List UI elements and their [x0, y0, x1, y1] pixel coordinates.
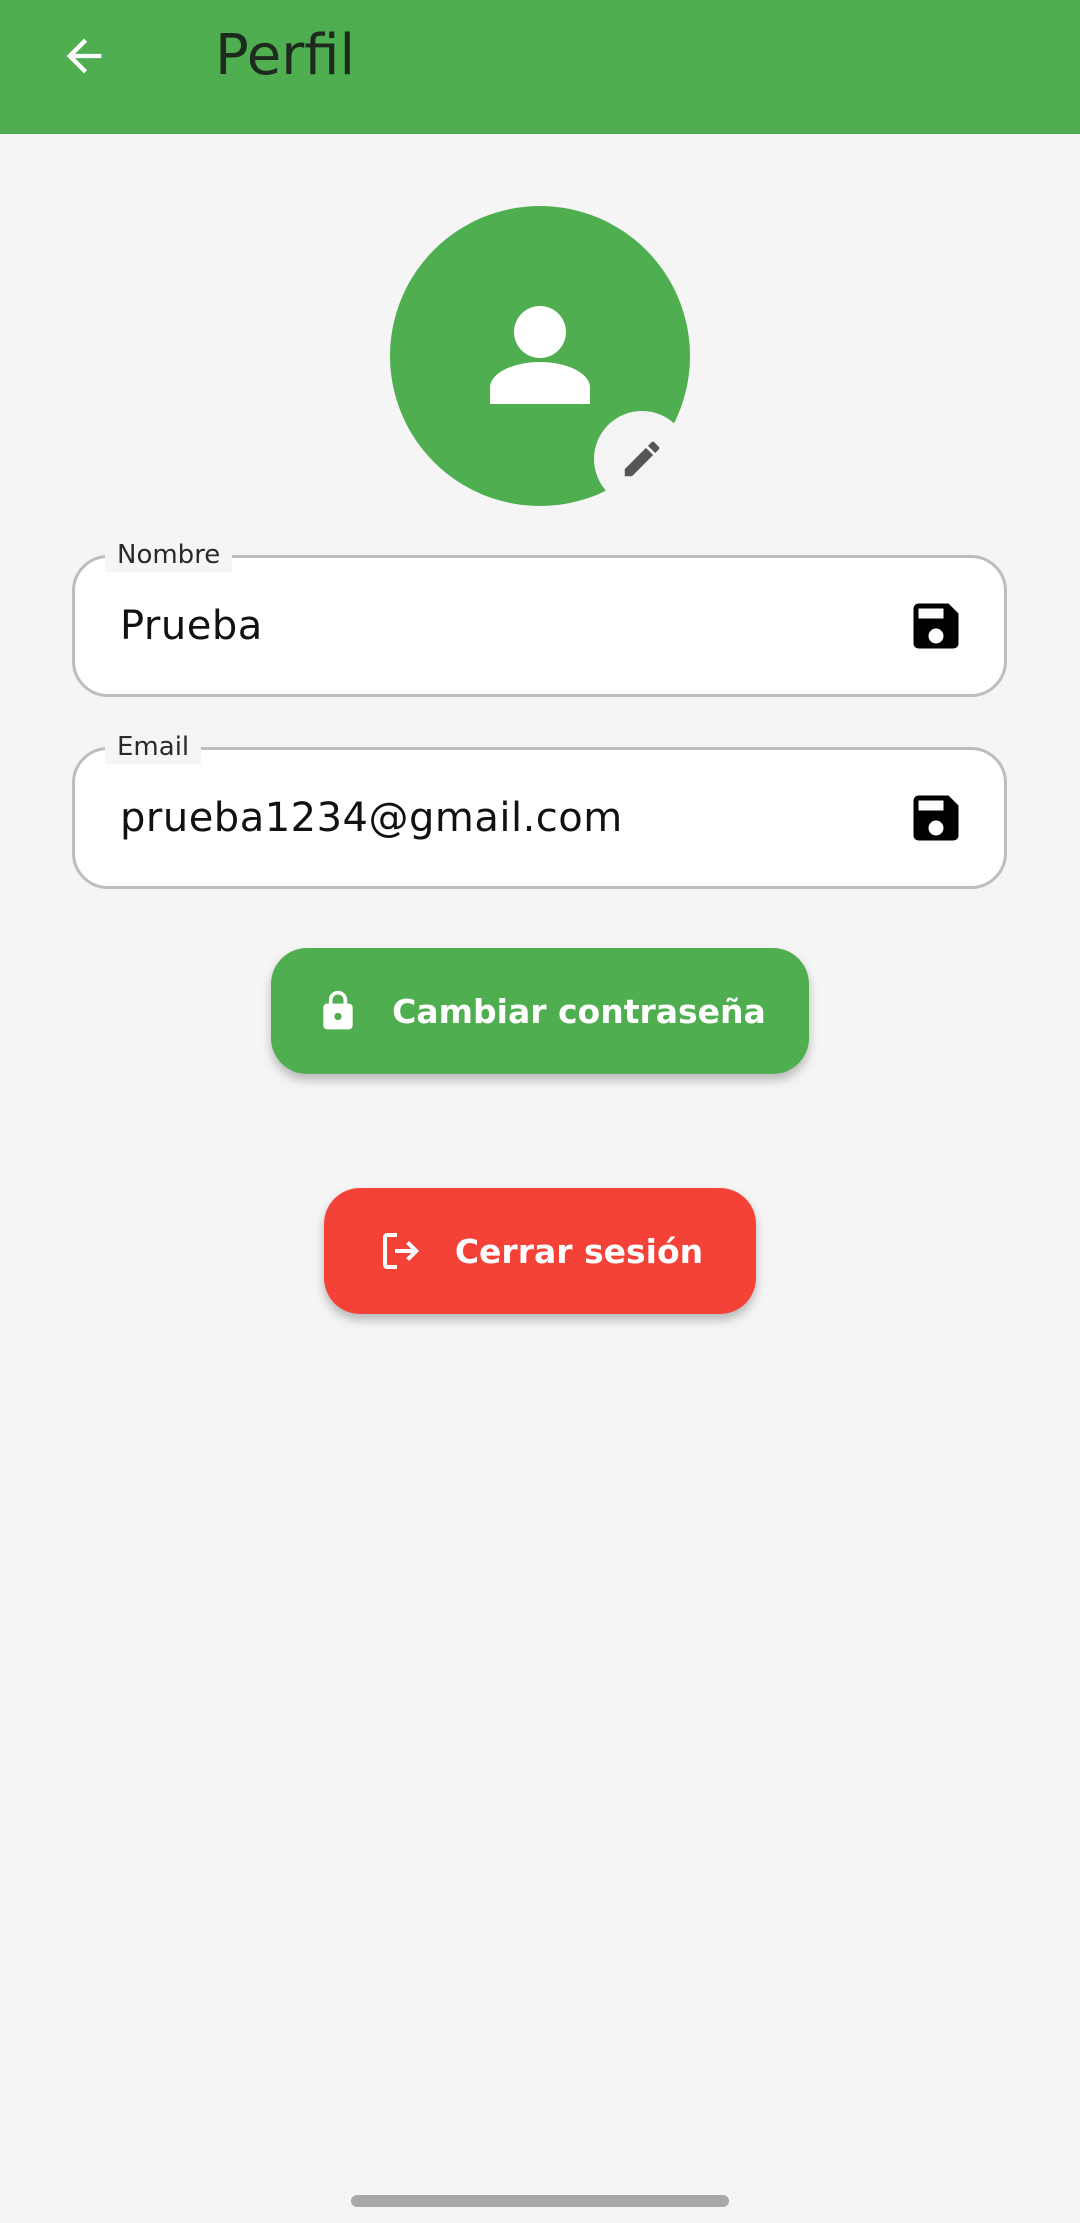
logout-label: Cerrar sesión	[454, 1231, 704, 1271]
name-field[interactable]: Nombre Prueba	[72, 538, 1007, 697]
name-input[interactable]: Prueba	[120, 558, 263, 694]
lock-icon	[314, 987, 362, 1035]
email-input[interactable]: prueba1234@gmail.com	[120, 750, 623, 886]
email-field[interactable]: Email prueba1234@gmail.com	[72, 730, 1007, 889]
save-icon	[913, 795, 959, 841]
arrow-back-icon	[66, 38, 102, 74]
home-indicator[interactable]	[351, 2195, 729, 2207]
save-name-button[interactable]	[906, 596, 966, 656]
person-icon	[490, 306, 590, 404]
app-bar: Perfil	[0, 0, 1080, 134]
logout-button[interactable]: Cerrar sesión	[324, 1188, 756, 1314]
back-button[interactable]	[44, 16, 124, 96]
logout-icon	[377, 1227, 425, 1275]
pencil-icon	[624, 441, 660, 477]
edit-avatar-button[interactable]	[594, 411, 690, 507]
change-password-button[interactable]: Cambiar contraseña	[271, 948, 809, 1074]
change-password-label: Cambiar contraseña	[392, 991, 766, 1031]
save-icon	[913, 603, 959, 649]
page-title: Perfil	[215, 23, 356, 88]
save-email-button[interactable]	[906, 788, 966, 848]
